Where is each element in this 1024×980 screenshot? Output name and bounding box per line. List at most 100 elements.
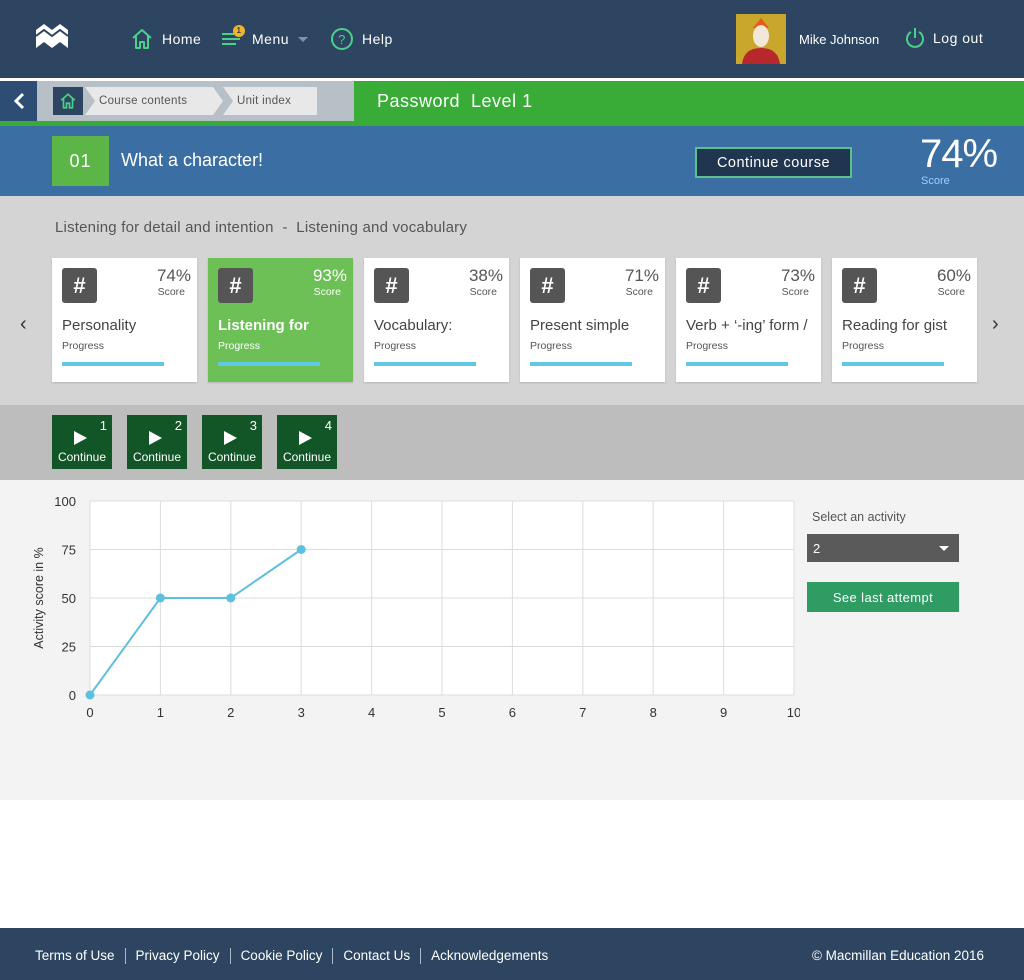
activity-continue-button-3[interactable]: 3 Continue (202, 415, 262, 469)
lesson-score-label: Score (469, 286, 497, 298)
lessons-carousel: Listening for detail and intention - Lis… (0, 196, 1024, 405)
chart-data-point (226, 593, 236, 603)
activity-continue-button-4[interactable]: 4 Continue (277, 415, 337, 469)
lesson-progress-bar (62, 362, 164, 366)
footer-link-cookie[interactable]: Cookie Policy (229, 948, 333, 964)
lesson-name: Listening for (218, 317, 309, 334)
chart-xtick-label: 9 (720, 705, 727, 720)
footer-link-acknowledgements[interactable]: Acknowledgements (420, 948, 558, 964)
hash-icon: # (62, 268, 97, 303)
chart-xtick-label: 2 (227, 705, 234, 720)
chart-xtick-label: 4 (368, 705, 375, 720)
lesson-progress-label: Progress (218, 340, 261, 352)
hash-icon: # (842, 268, 877, 303)
unit-title: What a character! (121, 150, 264, 170)
lesson-progress-bar (530, 362, 632, 366)
breadcrumb-unit-index[interactable]: Unit index (223, 87, 317, 115)
play-icon (74, 431, 87, 445)
footer-link-terms[interactable]: Terms of Use (35, 948, 125, 964)
lesson-progress-label: Progress (530, 340, 573, 352)
lesson-progress-label: Progress (62, 340, 105, 352)
lesson-card[interactable]: # 38% Score Vocabulary: Progress (364, 258, 509, 382)
activity-continue-button-2[interactable]: 2 Continue (127, 415, 187, 469)
chart-ytick-label: 25 (62, 640, 76, 655)
chart-xtick-label: 6 (509, 705, 516, 720)
chart-xtick-label: 5 (438, 705, 445, 720)
lesson-card[interactable]: # 71% Score Present simple Progress (520, 258, 665, 382)
chart-xtick-label: 10 (787, 705, 800, 720)
power-icon (906, 28, 924, 48)
top-navbar: Home 1 Menu ? Help Mike Johnson Log out (0, 0, 1024, 78)
nav-home-link[interactable]: Home (130, 26, 201, 52)
activity-number: 1 (99, 418, 107, 433)
activity-label: Continue (207, 450, 257, 464)
activity-label: Continue (132, 450, 182, 464)
activity-number: 3 (249, 418, 257, 433)
activity-select[interactable]: 2 (807, 534, 959, 562)
breadcrumb-home-button[interactable] (53, 87, 83, 115)
breadcrumb-trail: Course contents Unit index (37, 81, 354, 121)
footer-link-contact[interactable]: Contact Us (332, 948, 420, 964)
activity-continue-button-1[interactable]: 1 Continue (52, 415, 112, 469)
nav-home-label: Home (162, 31, 202, 47)
nav-help-link[interactable]: ? Help (330, 26, 393, 52)
unit-score-label: Score (921, 175, 950, 187)
chevron-down-icon (298, 36, 309, 42)
lesson-progress-label: Progress (374, 340, 417, 352)
see-last-attempt-button[interactable]: See last attempt (807, 582, 959, 612)
home-icon (60, 93, 76, 109)
menu-notification-badge: 1 (233, 25, 245, 37)
nav-menu-label: Menu (252, 31, 290, 47)
lesson-score: 74% (156, 266, 191, 285)
chart-ylabel: Activity score in % (32, 547, 46, 648)
carousel-prev-button[interactable]: ‹ (20, 313, 27, 336)
lesson-card[interactable]: # 73% Score Verb + ‘-ing’ form / Progres… (676, 258, 821, 382)
activity-select-value: 2 (813, 540, 821, 556)
chart-xtick-label: 1 (157, 705, 164, 720)
hash-icon: # (374, 268, 409, 303)
logout-button[interactable]: Log out (904, 26, 983, 50)
score-chart-panel: 0 1 2 3 4 5 6 7 8 9 10 0 25 50 75 100 Activity score in … (0, 480, 1024, 800)
footer-link-privacy[interactable]: Privacy Policy (124, 948, 230, 964)
breadcrumb-course-contents[interactable]: Course contents (85, 87, 223, 115)
lesson-progress-bar (842, 362, 944, 366)
macmillan-logo-icon[interactable] (34, 22, 70, 52)
activity-number: 2 (174, 418, 182, 433)
activity-number: 4 (324, 418, 332, 433)
lesson-name: Verb + ‘-ing’ form / (686, 317, 808, 334)
lesson-name: Vocabulary: (374, 317, 453, 334)
nav-menu-dropdown[interactable]: 1 Menu (220, 25, 309, 52)
unit-header: 01 What a character! Continue course 74%… (0, 126, 1024, 196)
lesson-progress-bar (686, 362, 788, 366)
lesson-name: Reading for gist (842, 317, 948, 334)
logout-label: Log out (933, 30, 984, 46)
chart-data-point (296, 545, 306, 554)
chart-xtick-label: 3 (298, 705, 305, 720)
chart-ytick-label: 0 (69, 688, 76, 703)
lesson-card[interactable]: # 60% Score Reading for gist Progress (832, 258, 977, 382)
section-title: Listening for detail and intention - Lis… (55, 219, 468, 236)
lesson-card[interactable]: # 74% Score Personality Progress (52, 258, 197, 382)
activity-list: 1 Continue 2 Continue 3 Continue 4 Conti… (0, 405, 1024, 480)
avatar[interactable] (736, 14, 786, 64)
lesson-score-label: Score (781, 286, 809, 298)
lesson-score: 73% (780, 266, 815, 285)
activity-label: Continue (57, 450, 107, 464)
course-title-bar: Password Level 1 (354, 81, 1024, 121)
chevron-left-icon (13, 92, 24, 110)
unit-number: 01 (52, 136, 109, 186)
svg-text:?: ? (338, 32, 346, 47)
continue-course-button[interactable]: Continue course (695, 147, 852, 178)
activity-label: Continue (282, 450, 332, 464)
carousel-next-button[interactable]: › (992, 313, 999, 336)
home-icon (132, 29, 152, 49)
help-icon: ? (331, 28, 353, 50)
lesson-score: 60% (936, 266, 971, 285)
lesson-card-active[interactable]: # 93% Score Listening for Progress (208, 258, 353, 382)
hash-icon: # (686, 268, 721, 303)
chevron-down-icon (939, 546, 949, 551)
back-button[interactable] (0, 81, 37, 121)
chart-xtick-label: 7 (579, 705, 586, 720)
lesson-score: 38% (468, 266, 503, 285)
unit-score: 74% (920, 132, 998, 176)
